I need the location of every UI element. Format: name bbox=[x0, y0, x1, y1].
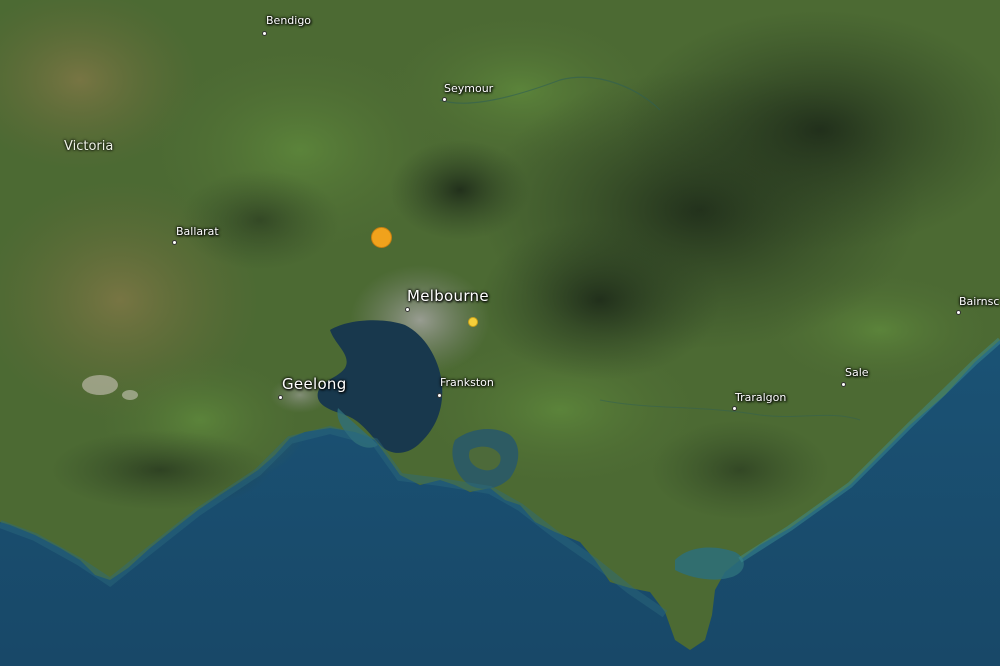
place-marker-icon bbox=[442, 97, 447, 102]
place-label: Frankston bbox=[440, 376, 494, 389]
place-label: Bendigo bbox=[266, 14, 312, 27]
region-label-victoria: Victoria bbox=[64, 139, 114, 154]
earthquake-marker-large[interactable] bbox=[371, 227, 392, 248]
place-marker-icon bbox=[732, 406, 737, 411]
place-label: Ballarat bbox=[176, 225, 219, 238]
place-label: Seymour bbox=[444, 82, 494, 95]
map-view[interactable]: Victoria Bendigo Seymour Ballarat Melbou… bbox=[0, 0, 1000, 666]
earthquake-marker-small[interactable] bbox=[468, 317, 478, 327]
place-label: Sale bbox=[845, 366, 869, 379]
place-label: Geelong bbox=[282, 375, 347, 393]
place-marker-icon bbox=[405, 307, 410, 312]
place-label: Bairnsc bbox=[959, 295, 1000, 308]
satellite-terrain bbox=[0, 0, 1000, 666]
place-marker-icon bbox=[437, 393, 442, 398]
place-label: Traralgon bbox=[735, 391, 787, 404]
place-marker-icon bbox=[262, 31, 267, 36]
place-marker-icon bbox=[278, 395, 283, 400]
place-label: Melbourne bbox=[407, 287, 489, 305]
place-marker-icon bbox=[841, 382, 846, 387]
place-marker-icon bbox=[172, 240, 177, 245]
place-marker-icon bbox=[956, 310, 961, 315]
